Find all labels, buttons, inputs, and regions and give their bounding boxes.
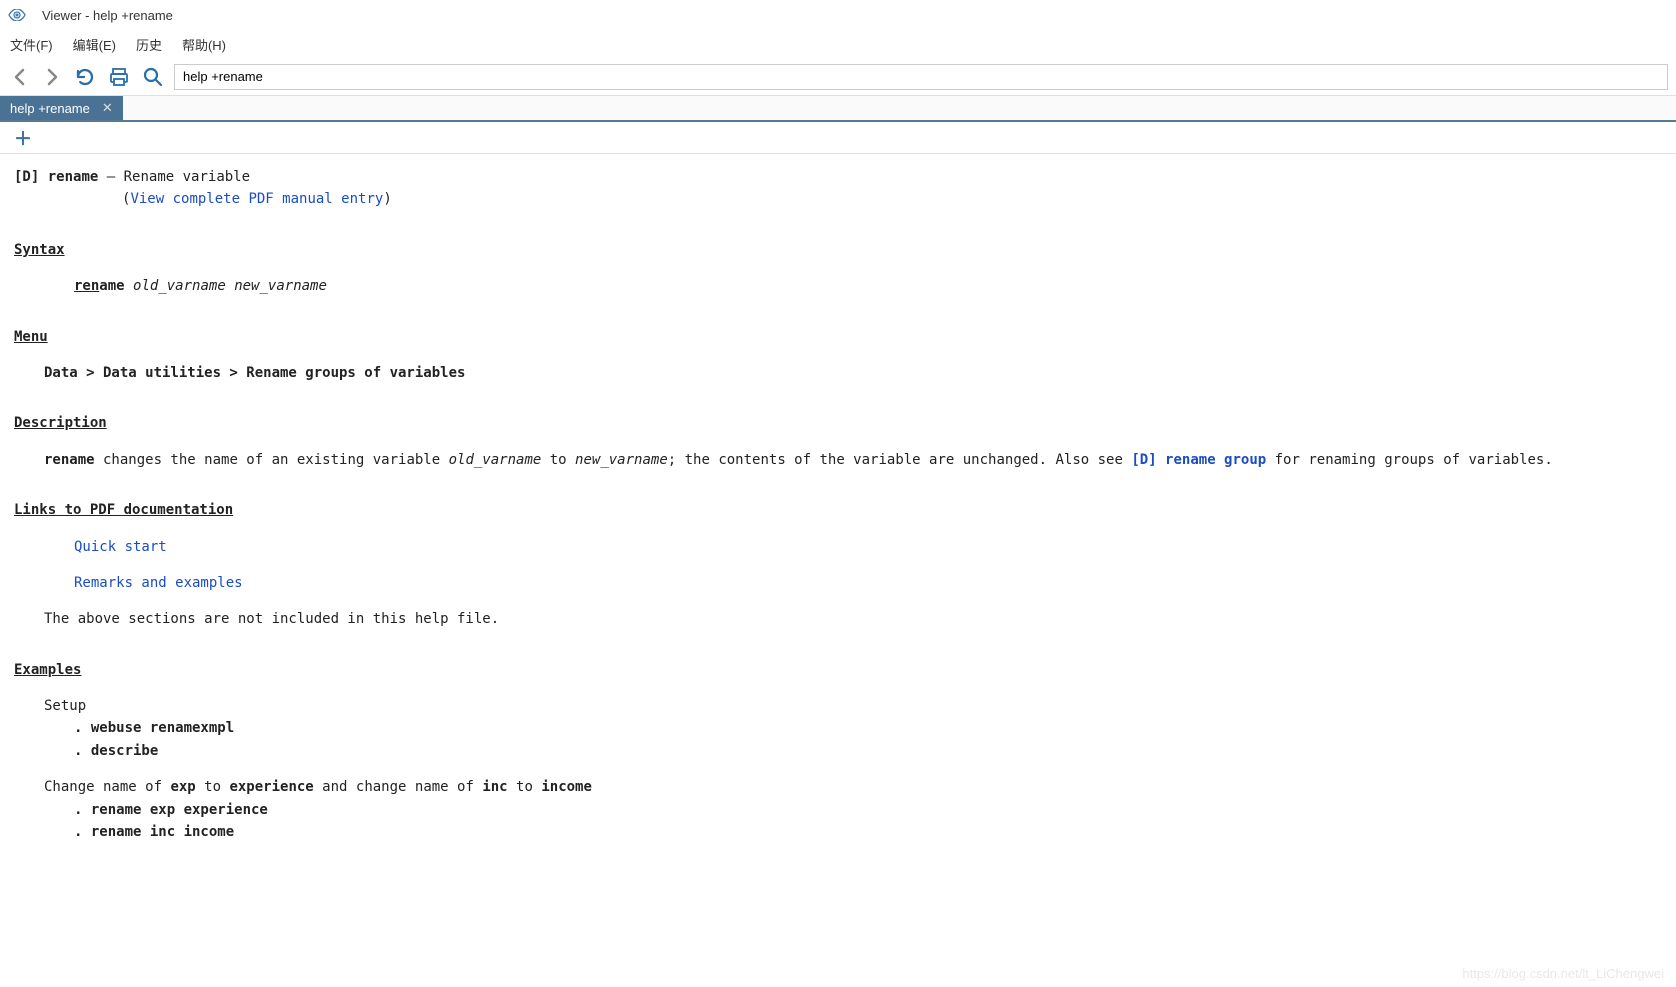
- address-input[interactable]: [174, 64, 1668, 90]
- ex-b3: inc: [482, 779, 507, 795]
- tab-close-icon[interactable]: ✕: [102, 100, 113, 116]
- ex-change-line: Change name of exp to experience and cha…: [14, 776, 1662, 798]
- rename-group-link[interactable]: [D] rename group: [1131, 452, 1266, 468]
- tab-bar: help +rename ✕: [0, 96, 1676, 122]
- syntax-line: rename old_varname new_varname: [14, 275, 1662, 297]
- header-desc: Rename variable: [124, 169, 250, 185]
- pdf-manual-link[interactable]: View complete PDF manual entry: [130, 191, 383, 207]
- add-tab-button[interactable]: ＋: [14, 125, 32, 151]
- pdf-link-line: (View complete PDF manual entry): [14, 188, 1662, 210]
- help-content: [D] rename — Rename variable (View compl…: [0, 154, 1676, 883]
- manual-ref: [D]: [14, 169, 39, 185]
- syntax-cmd-rest: ame: [99, 278, 124, 294]
- ex-t2: to: [196, 779, 230, 795]
- add-tab-bar: ＋: [0, 122, 1676, 154]
- forward-button[interactable]: [40, 65, 64, 89]
- description-text: rename changes the name of an existing v…: [14, 449, 1662, 471]
- syntax-newvar: new_varname: [234, 278, 327, 294]
- help-header: [D] rename — Rename variable: [14, 166, 1662, 188]
- syntax-oldvar: old_varname: [133, 278, 226, 294]
- header-dash: —: [107, 169, 124, 185]
- ex-cmd-rename1: . rename exp experience: [14, 799, 1662, 821]
- search-button[interactable]: [140, 64, 166, 90]
- ex-b2: experience: [229, 779, 313, 795]
- back-button[interactable]: [8, 65, 32, 89]
- window-title: Viewer - help +rename: [42, 8, 173, 23]
- desc-t1: changes the name of an existing variable: [95, 452, 449, 468]
- ex-t1: Change name of: [44, 779, 170, 795]
- ex-b4: income: [541, 779, 592, 795]
- print-button[interactable]: [106, 64, 132, 90]
- desc-t2: to: [541, 452, 575, 468]
- section-syntax[interactable]: Syntax: [14, 239, 65, 261]
- menu-edit[interactable]: 编辑(E): [73, 35, 116, 54]
- desc-t4: for renaming groups of variables.: [1266, 452, 1553, 468]
- link-quick-start[interactable]: Quick start: [74, 539, 167, 555]
- reload-button[interactable]: [72, 64, 98, 90]
- menu-file[interactable]: 文件(F): [10, 35, 53, 54]
- toolbar: [0, 58, 1676, 96]
- menu-history[interactable]: 历史: [136, 35, 162, 54]
- ex-cmd-rename2: . rename inc income: [14, 821, 1662, 843]
- menu-path: Data > Data utilities > Rename groups of…: [14, 362, 1662, 384]
- section-links[interactable]: Links to PDF documentation: [14, 499, 233, 521]
- section-examples[interactable]: Examples: [14, 659, 81, 681]
- desc-new: new_varname: [575, 452, 668, 468]
- ex-setup-label: Setup: [14, 695, 1662, 717]
- link-remarks-examples[interactable]: Remarks and examples: [74, 575, 243, 591]
- ex-cmd-webuse: . webuse renamexmpl: [14, 717, 1662, 739]
- desc-t3: ; the contents of the variable are uncha…: [668, 452, 1132, 468]
- section-description[interactable]: Description: [14, 412, 107, 434]
- desc-old: old_varname: [449, 452, 542, 468]
- menu-bar: 文件(F) 编辑(E) 历史 帮助(H): [0, 30, 1676, 58]
- tab-help-rename[interactable]: help +rename ✕: [0, 96, 123, 120]
- ex-cmd-describe: . describe: [14, 740, 1662, 762]
- section-menu[interactable]: Menu: [14, 326, 48, 348]
- ex-t4: to: [508, 779, 542, 795]
- ex-b1: exp: [170, 779, 195, 795]
- tab-label: help +rename: [10, 101, 90, 116]
- menu-help[interactable]: 帮助(H): [182, 35, 226, 54]
- title-bar: Viewer - help +rename: [0, 0, 1676, 30]
- desc-cmd: rename: [44, 452, 95, 468]
- watermark: https://blog.csdn.net/lt_LiChengwei: [1462, 966, 1664, 981]
- app-icon: [8, 9, 26, 21]
- command-name: rename: [48, 169, 99, 185]
- ex-t3: and change name of: [314, 779, 483, 795]
- links-note: The above sections are not included in t…: [14, 608, 1662, 630]
- syntax-cmd-underlined: ren: [74, 278, 99, 294]
